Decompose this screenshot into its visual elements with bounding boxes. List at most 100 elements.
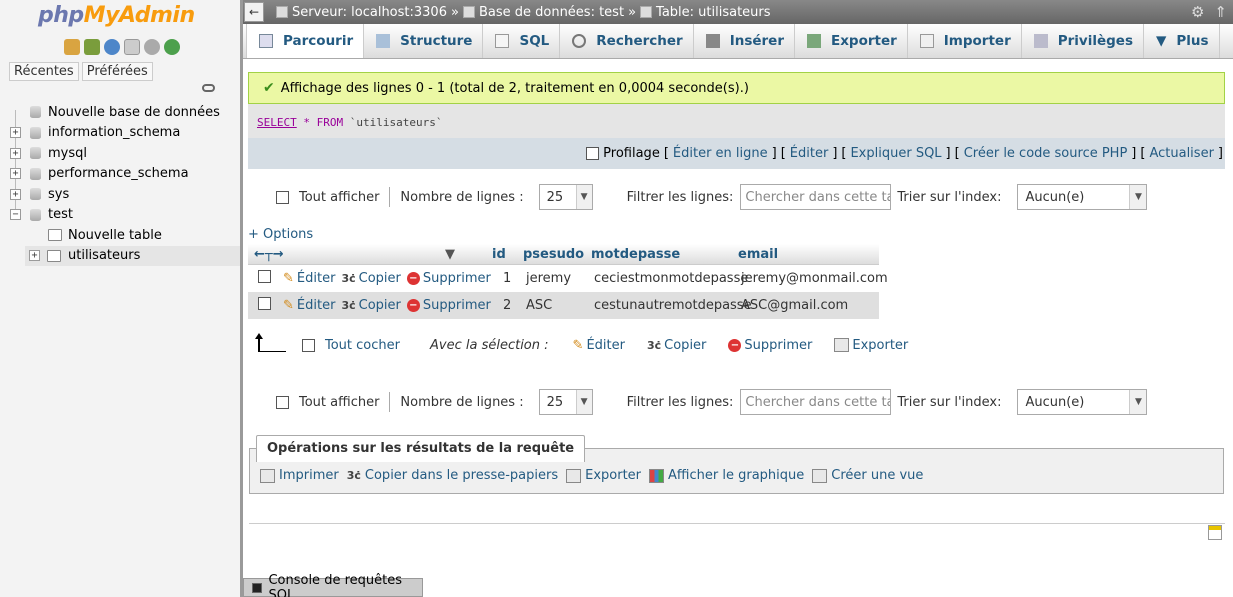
settings-gear-icon[interactable]: ⚙ [1191,3,1204,21]
row-delete-link[interactable]: − Supprimer [406,271,491,286]
settings-gear-icon[interactable] [144,39,160,55]
breadcrumb-server[interactable]: Serveur: localhost:3306 [292,5,447,20]
expand-icon[interactable]: + [10,147,21,159]
rows-per-page-select[interactable]: 25 ▼ [538,389,593,415]
cell-pseudo[interactable]: jeremy [521,271,592,286]
tab-insert[interactable]: Insérer [694,24,795,58]
refresh-link[interactable]: Actualiser [1149,146,1213,161]
tree-item-utilisateurs[interactable]: + utilisateurs [25,245,240,266]
bulk-actions: Tout cocher Avec la sélection : ✎ Éditer … [255,333,908,356]
display-chart-link[interactable]: Afficher le graphique [649,468,804,483]
filter-rows-input[interactable]: Chercher dans cette table [740,184,892,210]
explain-sql-link[interactable]: Expliquer SQL [850,146,941,161]
cell-email[interactable]: ASC@gmail.com [739,298,879,313]
cell-id[interactable]: 2 [495,298,521,313]
row-delete-link[interactable]: − Supprimer [406,298,491,313]
options-toggle[interactable]: + Options [248,227,313,242]
reload-icon[interactable] [164,39,180,55]
cell-email[interactable]: jeremy@monmail.com [739,271,888,286]
show-all-label: Tout afficher [299,189,380,205]
row-edit-link[interactable]: ✎ Éditer [283,298,335,313]
breadcrumb-separator: » [628,4,637,20]
collapse-icon[interactable]: − [10,209,21,221]
tab-export[interactable]: Exporter [795,24,908,58]
show-all-checkbox[interactable] [276,190,289,204]
rows-per-page-select[interactable]: 25 ▼ [538,184,593,210]
header-email[interactable]: email [736,247,876,262]
tree-item-information-schema[interactable]: + information_schema [8,123,240,144]
bookmark-icon[interactable] [1208,525,1222,540]
export-link[interactable]: Exporter [566,468,641,483]
tab-import[interactable]: Importer [908,24,1022,58]
tab-sql[interactable]: SQL [483,24,561,58]
row-checkbox[interactable] [258,297,271,310]
navigation-panel: phpMyAdmin Récentes Préférées Nouvelle b… [0,0,240,597]
sort-down-icon[interactable]: ▼ [445,247,455,262]
sql-query-display[interactable]: SELECT * FROM `utilisateurs` [248,104,1225,138]
header-pseudo[interactable]: psesudo [518,247,589,262]
bulk-copy-button[interactable]: 3ċ Copier [647,338,706,353]
expand-icon[interactable]: + [10,127,21,139]
tree-item-mysql[interactable]: + mysql [8,143,240,164]
tree-item-test[interactable]: − test [8,205,240,226]
create-php-code-link[interactable]: Créer le code source PHP [964,146,1128,161]
expand-icon[interactable]: + [29,250,40,262]
tree-item-performance-schema[interactable]: + performance_schema [8,164,240,185]
filter-rows-input[interactable]: Chercher dans cette table [740,389,892,415]
database-icon [30,208,41,221]
profiling-checkbox[interactable] [586,147,600,160]
tab-privileges[interactable]: Privilèges [1022,24,1144,58]
check-all-checkbox[interactable] [302,338,315,352]
bulk-edit-button[interactable]: ✎ Éditer [573,338,625,353]
home-icon[interactable] [64,39,80,55]
check-all-label[interactable]: Tout cocher [325,338,400,353]
header-id[interactable]: id [463,247,518,262]
sort-index-select[interactable]: Aucun(e) ▼ [1017,389,1148,415]
row-copy-link[interactable]: 3ċ Copier [341,298,400,313]
documentation-icon[interactable] [124,39,140,55]
collapse-nav-button[interactable]: ← [244,2,264,22]
sort-index-select[interactable]: Aucun(e) ▼ [1017,184,1148,210]
print-link[interactable]: Imprimer [260,468,339,483]
tree-item-new-database[interactable]: Nouvelle base de données [8,102,240,123]
resize-arrows-icon[interactable]: ←┬→ [254,247,284,262]
create-view-link[interactable]: Créer une vue [812,468,923,483]
edit-inline-link[interactable]: Éditer en ligne [673,146,768,161]
row-edit-link[interactable]: ✎ Éditer [283,271,335,286]
edit-query-link[interactable]: Éditer [790,146,829,161]
tab-search[interactable]: Rechercher [560,24,694,58]
tab-more[interactable]: ▼ Plus [1144,24,1220,58]
favorite-tables-tab[interactable]: Préférées [81,62,153,81]
breadcrumb-bar: ← Serveur: localhost:3306 » Base de donn… [243,0,1233,24]
chevron-down-icon: ▼ [1155,33,1167,49]
cell-id[interactable]: 1 [495,271,521,286]
tab-browse[interactable]: Parcourir [246,24,365,58]
collapse-up-icon[interactable]: ⇑ [1214,3,1227,21]
expand-icon[interactable]: + [10,188,21,200]
sql-console-toggle[interactable]: Console de requêtes SQL [243,573,423,597]
link-panels-icon[interactable] [202,84,215,92]
breadcrumb-database[interactable]: Base de données: test [479,5,624,20]
cell-motdepasse[interactable]: ceciestmonmotdepasse [592,271,748,286]
logout-icon[interactable] [84,39,100,55]
phpmyadmin-logo[interactable]: phpMyAdmin [38,3,195,28]
copy-clipboard-link[interactable]: 3ċ Copier dans le presse-papiers [347,468,558,483]
row-copy-link[interactable]: 3ċ Copier [341,271,400,286]
breadcrumb-table[interactable]: Table: utilisateurs [656,5,771,20]
filter-label: Filtrer les lignes: [626,394,734,410]
bulk-delete-button[interactable]: − Supprimer [728,338,812,353]
cell-motdepasse[interactable]: cestunautremotdepasse [592,298,752,313]
header-motdepasse[interactable]: motdepasse [589,247,736,262]
tab-structure[interactable]: Structure [364,24,484,58]
sort-index-label: Trier sur l'index: [897,394,1002,410]
recent-tables-tab[interactable]: Récentes [9,62,79,81]
show-all-checkbox[interactable] [276,395,289,409]
help-icon[interactable] [104,39,120,55]
expand-icon[interactable]: + [10,168,21,180]
tree-item-new-table[interactable]: Nouvelle table [8,225,240,246]
cell-pseudo[interactable]: ASC [521,298,592,313]
panel-resizer[interactable] [240,0,243,597]
bulk-export-button[interactable]: Exporter [834,338,908,353]
tree-item-sys[interactable]: + sys [8,184,240,205]
row-checkbox[interactable] [258,270,271,283]
